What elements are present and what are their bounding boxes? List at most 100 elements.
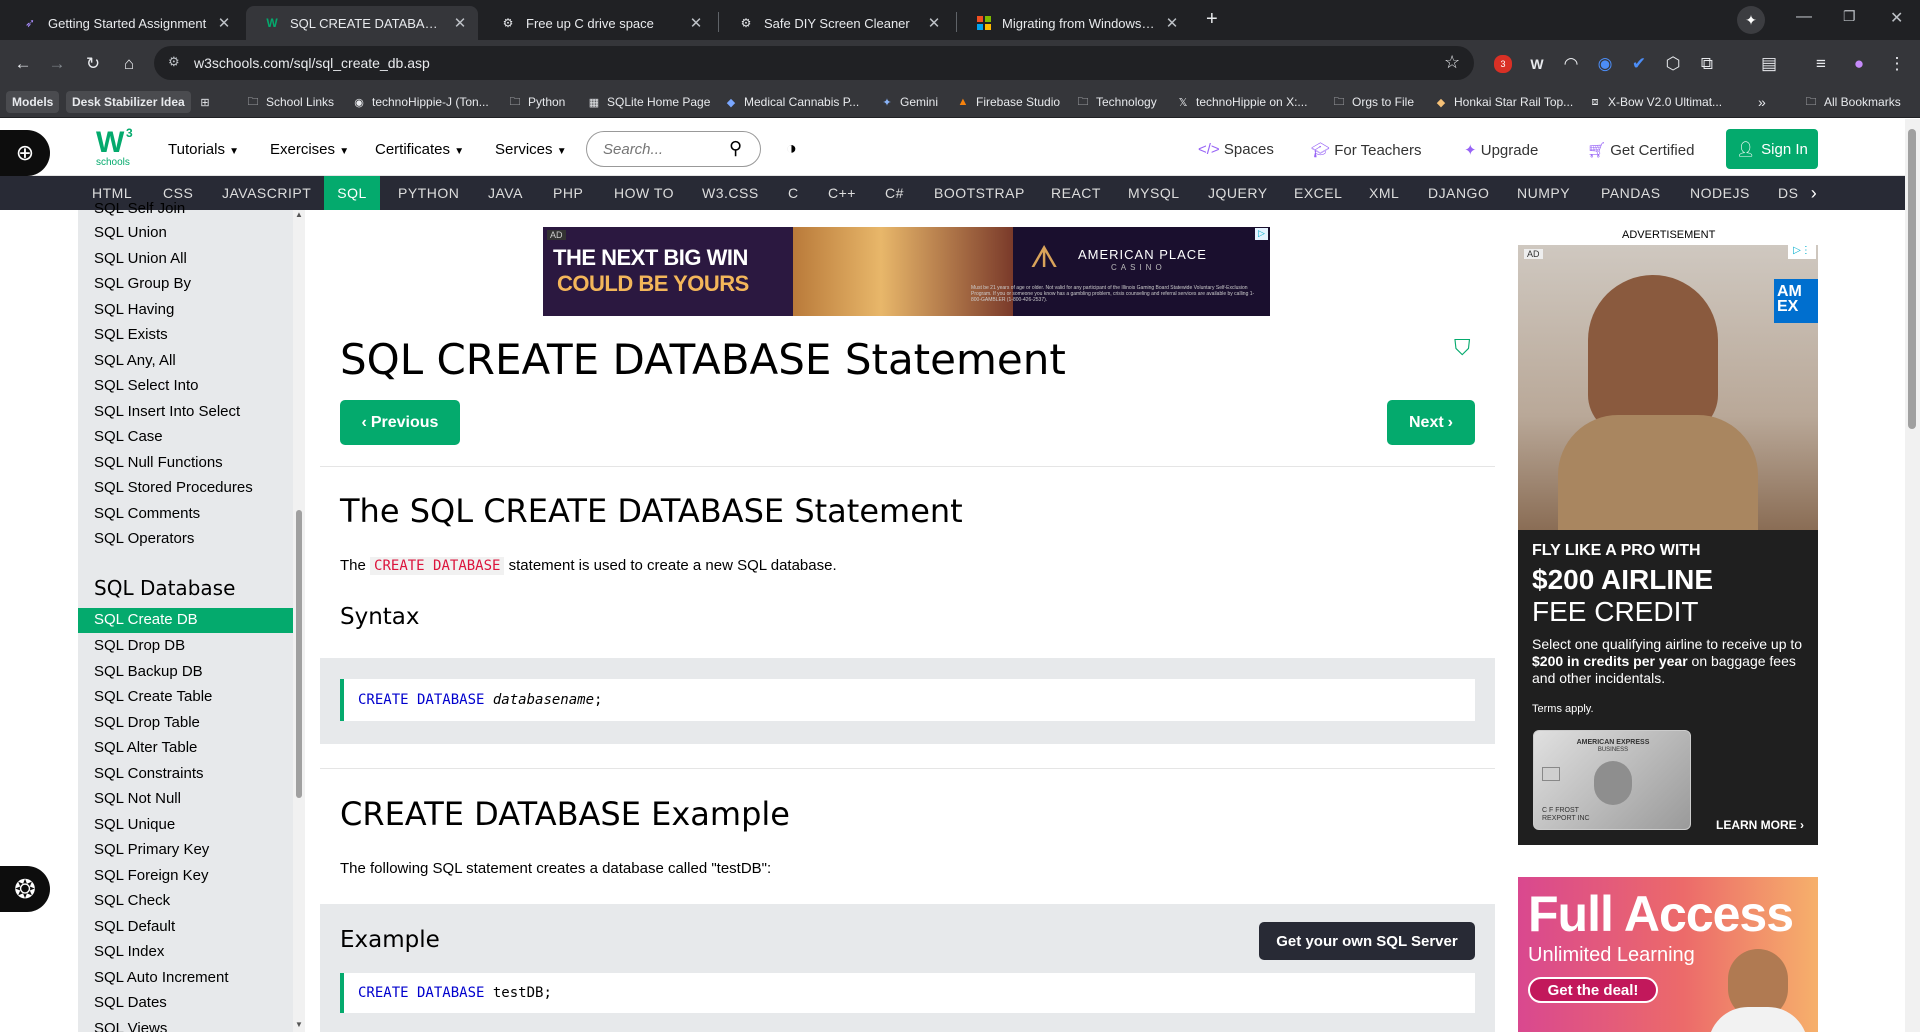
sidebar-item[interactable]: SQL Create Table xyxy=(94,688,212,705)
reload-icon[interactable]: ↻ xyxy=(80,51,106,77)
bookmark[interactable]: ◆ Honkai Star Rail Top... xyxy=(1434,91,1573,113)
banner-ad[interactable]: AD THE NEXT BIG WIN COULD BE YOURS ᗑ AME… xyxy=(543,227,1270,316)
search-box[interactable]: ⚲ xyxy=(586,131,761,167)
address-bar[interactable]: ⚙ w3schools.com/sql/sql_create_db.asp ☆ xyxy=(154,46,1474,80)
close-tab-icon[interactable]: ✕ xyxy=(926,14,942,32)
extension-icon[interactable]: 3 xyxy=(1490,51,1516,77)
menu-icon[interactable]: ⋮ xyxy=(1884,51,1910,77)
w3schools-logo[interactable]: W 3 schools xyxy=(94,126,138,170)
amex-ad[interactable]: AD AM EX ▷⋮ FLY LIKE A PRO WITH $200 AIR… xyxy=(1518,245,1818,845)
bookmark[interactable]: 🗀 All Bookmarks xyxy=(1804,91,1901,113)
bookmark[interactable]: 𝕏technoHippie on X:... xyxy=(1176,91,1308,113)
get-sql-server-button[interactable]: Get your own SQL Server xyxy=(1259,922,1475,960)
nav-sql[interactable]: SQL xyxy=(324,176,380,210)
close-tab-icon[interactable]: ✕ xyxy=(216,14,232,32)
sidebar-item[interactable]: SQL Dates xyxy=(94,994,167,1011)
openai-icon[interactable]: ❂ xyxy=(0,866,50,912)
bookmark[interactable]: ▲ Firebase Studio xyxy=(956,91,1061,113)
sidebar-item[interactable]: SQL Not Null xyxy=(94,790,181,807)
extension-icon[interactable]: ✔ xyxy=(1626,51,1652,77)
bookmark[interactable]: ◉ technoHippie-J (Ton... xyxy=(352,91,489,113)
sidebar-item-active[interactable]: SQL Create DB xyxy=(94,611,198,628)
bookmark[interactable]: ⧈ X-Bow V2.0 Ultimat... xyxy=(1588,91,1723,113)
menu-tutorials[interactable]: Tutorials ▼ xyxy=(168,141,239,158)
search-icon[interactable]: ⚲ xyxy=(729,138,742,159)
link-for-teachers[interactable]: 🎓︎ For Teachers xyxy=(1311,141,1421,159)
back-icon[interactable]: ← xyxy=(10,51,36,77)
nav-w3css[interactable]: W3.CSS xyxy=(702,176,759,210)
sidebar-item[interactable]: SQL Self Join xyxy=(94,200,185,216)
adchoices-icon[interactable]: ▷ xyxy=(1255,228,1268,240)
nav-pandas[interactable]: PANDAS xyxy=(1601,176,1661,210)
sidebar-item[interactable]: SQL Union xyxy=(94,224,167,241)
sidebar-item[interactable]: SQL Any, All xyxy=(94,352,176,369)
sidebar-item[interactable]: SQL Primary Key xyxy=(94,841,209,858)
sidebar-item[interactable]: SQL Drop DB xyxy=(94,637,185,654)
sidebar-item[interactable]: SQL Insert Into Select xyxy=(94,403,240,420)
sidebar-scroll-thumb[interactable] xyxy=(296,510,302,798)
nav-mysql[interactable]: MYSQL xyxy=(1128,176,1180,210)
bookmark[interactable]: Desk Stabilizer Idea xyxy=(66,91,191,113)
sidebar-item[interactable]: SQL Views xyxy=(94,1020,167,1032)
nav-c[interactable]: C xyxy=(788,176,799,210)
close-window-icon[interactable]: ✕ xyxy=(1890,8,1903,28)
previous-button[interactable]: ‹ Previous xyxy=(340,400,460,445)
extension-icon[interactable]: ◉ xyxy=(1592,51,1618,77)
menu-services[interactable]: Services ▼ xyxy=(495,141,567,158)
full-access-ad[interactable]: Full Access Unlimited Learning Get the d… xyxy=(1518,877,1818,1032)
profile-avatar[interactable]: ● xyxy=(1846,51,1872,77)
zoom-tool-icon[interactable]: ⊕ xyxy=(0,130,50,176)
sidebar-item[interactable]: SQL Comments xyxy=(94,505,200,522)
bookmark[interactable]: ▦ SQLite Home Page xyxy=(587,91,711,113)
sidebar-item[interactable]: SQL Unique xyxy=(94,816,175,833)
nav-numpy[interactable]: NUMPY xyxy=(1517,176,1570,210)
sidebar-item[interactable]: SQL Alter Table xyxy=(94,739,197,756)
sidebar-item[interactable]: SQL Backup DB xyxy=(94,663,203,680)
sidebar-scrollbar[interactable]: ▲ ▼ xyxy=(293,210,305,1032)
forward-icon[interactable]: → xyxy=(44,51,70,77)
close-tab-icon[interactable]: ✕ xyxy=(452,14,468,32)
browser-tab[interactable]: ⚙ Safe DIY Screen Cleaner ✕ xyxy=(720,6,952,40)
bookmark[interactable]: ◆ Medical Cannabis P... xyxy=(724,91,859,113)
nav-nodejs[interactable]: NODEJS xyxy=(1690,176,1750,210)
sidebar-item[interactable]: SQL Select Into xyxy=(94,377,199,394)
menu-exercises[interactable]: Exercises ▼ xyxy=(270,141,349,158)
sidebar-item[interactable]: SQL Drop Table xyxy=(94,714,200,731)
sidebar-item[interactable]: SQL Auto Increment xyxy=(94,969,229,986)
page-scroll-thumb[interactable] xyxy=(1908,129,1916,429)
adchoices-icon[interactable]: ▷⋮ xyxy=(1788,245,1816,259)
wikipedia-icon[interactable]: W xyxy=(1524,51,1550,77)
sidebar-item[interactable]: SQL Case xyxy=(94,428,163,445)
browser-tab[interactable]: ➶ Getting Started Assignment ✕ xyxy=(4,6,242,40)
nav-excel[interactable]: EXCEL xyxy=(1294,176,1342,210)
sidebar-item[interactable]: SQL Union All xyxy=(94,250,187,267)
bookmark-page-icon[interactable]: ⛉ xyxy=(1454,335,1471,361)
nav-bootstrap[interactable]: BOOTSTRAP xyxy=(934,176,1025,210)
restore-icon[interactable]: ❐ xyxy=(1843,8,1856,25)
sidebar-item[interactable]: SQL Exists xyxy=(94,326,168,343)
nav-react[interactable]: REACT xyxy=(1051,176,1101,210)
nav-django[interactable]: DJANGO xyxy=(1428,176,1489,210)
bookmark[interactable]: Models xyxy=(6,91,60,113)
sidebar-item[interactable]: SQL Null Functions xyxy=(94,454,223,471)
nav-ds[interactable]: DS xyxy=(1778,176,1798,210)
nav-xml[interactable]: XML xyxy=(1369,176,1399,210)
close-tab-icon[interactable]: ✕ xyxy=(688,14,704,32)
reading-list-icon[interactable]: ≡ xyxy=(1808,51,1834,77)
puzzle-icon[interactable]: ⧉ xyxy=(1694,51,1720,77)
sidebar-item[interactable]: SQL Operators xyxy=(94,530,194,547)
scroll-up-icon[interactable]: ▲ xyxy=(295,210,303,219)
nav-how-to[interactable]: HOW TO xyxy=(614,176,674,210)
nav-next-icon[interactable]: › xyxy=(1800,176,1828,210)
sidebar-item[interactable]: SQL Stored Procedures xyxy=(94,479,253,496)
nav-php[interactable]: PHP xyxy=(553,176,583,210)
bookmark[interactable]: 🗀 School Links xyxy=(246,91,335,113)
sidebar-item[interactable]: SQL Constraints xyxy=(94,765,204,782)
menu-certificates[interactable]: Certificates ▼ xyxy=(375,141,464,158)
learn-more-link[interactable]: LEARN MORE › xyxy=(1716,818,1804,832)
get-the-deal-button[interactable]: Get the deal! xyxy=(1528,977,1658,1003)
browser-tab-active[interactable]: W SQL CREATE DATABASE Statement ✕ xyxy=(246,6,478,40)
link-upgrade[interactable]: ✦ Upgrade xyxy=(1464,141,1538,159)
nav-csharp[interactable]: C# xyxy=(885,176,904,210)
site-info-icon[interactable]: ⚙ xyxy=(168,54,180,70)
